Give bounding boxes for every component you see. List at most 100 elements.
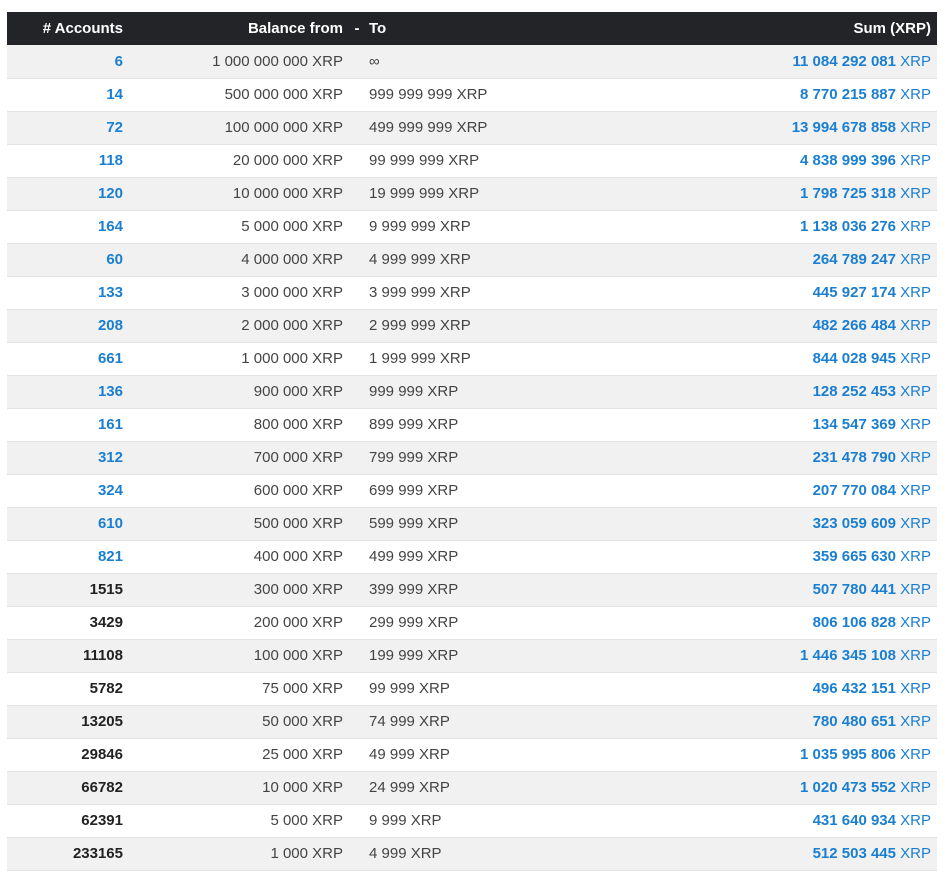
sum-unit: XRP	[900, 482, 931, 499]
sum-cell[interactable]: 844 028 945 XRP	[567, 342, 937, 375]
balance-from-value: 20 000 000 XRP	[232, 152, 343, 169]
sum-cell[interactable]: 128 252 453 XRP	[567, 375, 937, 408]
sum-unit: XRP	[900, 416, 931, 433]
balance-to-value: 799 999 XRP	[369, 449, 459, 466]
dash-spacer	[347, 276, 367, 309]
sum-unit: XRP	[900, 680, 931, 697]
balance-from-value: 75 000 XRP	[262, 680, 343, 697]
sum-cell[interactable]: 780 480 651 XRP	[567, 705, 937, 738]
table-row: 5782 75 000 XRP 99 999 XRP 496 432 151 XRP	[7, 672, 937, 705]
accounts-count-link[interactable]: 118	[7, 144, 137, 177]
accounts-count-link[interactable]: 136	[7, 375, 137, 408]
accounts-count-link[interactable]: 821	[7, 540, 137, 573]
accounts-count-link[interactable]: 6	[7, 45, 137, 78]
dash-spacer	[347, 441, 367, 474]
sum-cell[interactable]: 359 665 630 XRP	[567, 540, 937, 573]
sum-cell[interactable]: 445 927 174 XRP	[567, 276, 937, 309]
balance-from-value: 1 000 XRP	[270, 845, 343, 862]
accounts-count: 62391	[81, 812, 123, 829]
accounts-count-link[interactable]: 164	[7, 210, 137, 243]
sum-cell[interactable]: 431 640 934 XRP	[567, 804, 937, 837]
dash-spacer	[347, 606, 367, 639]
sum-value: 13 994 678 858	[791, 119, 896, 136]
header-to[interactable]: To	[367, 12, 567, 45]
sum-unit: XRP	[900, 746, 931, 763]
accounts-count-link[interactable]: 324	[7, 474, 137, 507]
dash-spacer	[347, 771, 367, 804]
dash-spacer	[347, 804, 367, 837]
dash-spacer	[347, 573, 367, 606]
accounts-count-link[interactable]: 120	[7, 177, 137, 210]
sum-value: 806 106 828	[812, 614, 896, 631]
sum-value: 1 798 725 318	[800, 185, 896, 202]
dash-spacer	[347, 408, 367, 441]
table-row: 14 500 000 000 XRP 999 999 999 XRP 8 770 21…	[7, 78, 937, 111]
sum-cell[interactable]: 806 106 828 XRP	[567, 606, 937, 639]
balance-to-value: 299 999 XRP	[369, 614, 459, 631]
dash-spacer	[347, 177, 367, 210]
sum-cell[interactable]: 231 478 790 XRP	[567, 441, 937, 474]
sum-cell[interactable]: 207 770 084 XRP	[567, 474, 937, 507]
accounts-count-link[interactable]: 14	[7, 78, 137, 111]
sum-cell[interactable]: 1 035 995 806 XRP	[567, 738, 937, 771]
accounts-count-link[interactable]: 208	[7, 309, 137, 342]
sum-cell[interactable]: 512 503 445 XRP	[567, 837, 937, 870]
sum-cell[interactable]: 134 547 369 XRP	[567, 408, 937, 441]
sum-unit: XRP	[900, 86, 931, 103]
balance-to-value: 2 999 999 XRP	[369, 317, 471, 334]
sum-unit: XRP	[900, 251, 931, 268]
sum-value: 1 446 345 108	[800, 647, 896, 664]
balance-to-value: 699 999 XRP	[369, 482, 459, 499]
dash-spacer	[347, 144, 367, 177]
accounts-count-link[interactable]: 60	[7, 243, 137, 276]
balance-from-value: 300 000 XRP	[253, 581, 343, 598]
accounts-count-link[interactable]: 72	[7, 111, 137, 144]
sum-cell[interactable]: 507 780 441 XRP	[567, 573, 937, 606]
sum-unit: XRP	[900, 779, 931, 796]
accounts-count-link[interactable]: 312	[7, 441, 137, 474]
balance-from-value: 600 000 XRP	[253, 482, 343, 499]
table-row: 62391 5 000 XRP 9 999 XRP 431 640 934 XRP	[7, 804, 937, 837]
sum-cell[interactable]: 496 432 151 XRP	[567, 672, 937, 705]
sum-cell[interactable]: 1 798 725 318 XRP	[567, 177, 937, 210]
sum-cell[interactable]: 8 770 215 887 XRP	[567, 78, 937, 111]
sum-value: 323 059 609	[812, 515, 896, 532]
sum-value: 4 838 999 396	[800, 152, 896, 169]
balance-from-value: 900 000 XRP	[253, 383, 343, 400]
balance-to-value: 499 999 999 XRP	[369, 119, 488, 136]
balance-from-value: 50 000 XRP	[262, 713, 343, 730]
header-accounts[interactable]: # Accounts	[7, 12, 137, 45]
dash-spacer	[347, 639, 367, 672]
balance-from-value: 3 000 000 XRP	[241, 284, 343, 301]
accounts-count-link[interactable]: 661	[7, 342, 137, 375]
sum-cell[interactable]: 4 838 999 396 XRP	[567, 144, 937, 177]
balance-to-value: 9 999 XRP	[369, 812, 442, 829]
balance-to-value: 999 999 XRP	[369, 383, 459, 400]
header-sum[interactable]: Sum (XRP)	[567, 12, 937, 45]
sum-cell[interactable]: 1 138 036 276 XRP	[567, 210, 937, 243]
accounts-count-link[interactable]: 133	[7, 276, 137, 309]
dash-spacer	[347, 705, 367, 738]
table-row: 29846 25 000 XRP 49 999 XRP 1 035 995 806 X…	[7, 738, 937, 771]
accounts-count-link[interactable]: 161	[7, 408, 137, 441]
table-row: 821 400 000 XRP 499 999 XRP 359 665 630 XRP	[7, 540, 937, 573]
sum-cell[interactable]: 11 084 292 081 XRP	[567, 45, 937, 78]
sum-unit: XRP	[900, 52, 931, 70]
table-row: 208 2 000 000 XRP 2 999 999 XRP 482 266 484…	[7, 309, 937, 342]
sum-cell[interactable]: 482 266 484 XRP	[567, 309, 937, 342]
sum-cell[interactable]: 1 446 345 108 XRP	[567, 639, 937, 672]
balance-from-value: 100 000 XRP	[253, 647, 343, 664]
sum-cell[interactable]: 13 994 678 858 XRP	[567, 111, 937, 144]
sum-value: 482 266 484	[812, 317, 896, 334]
sum-unit: XRP	[900, 614, 931, 631]
sum-value: 512 503 445	[812, 845, 896, 862]
sum-cell[interactable]: 264 789 247 XRP	[567, 243, 937, 276]
dash-spacer	[347, 672, 367, 705]
accounts-count-link[interactable]: 610	[7, 507, 137, 540]
sum-cell[interactable]: 323 059 609 XRP	[567, 507, 937, 540]
sum-cell[interactable]: 1 020 473 552 XRP	[567, 771, 937, 804]
sum-value: 11 084 292 081	[792, 52, 896, 70]
sum-value: 1 020 473 552	[800, 779, 896, 796]
balance-to-value: 24 999 XRP	[369, 779, 450, 796]
header-balance-from[interactable]: Balance from	[137, 12, 347, 45]
